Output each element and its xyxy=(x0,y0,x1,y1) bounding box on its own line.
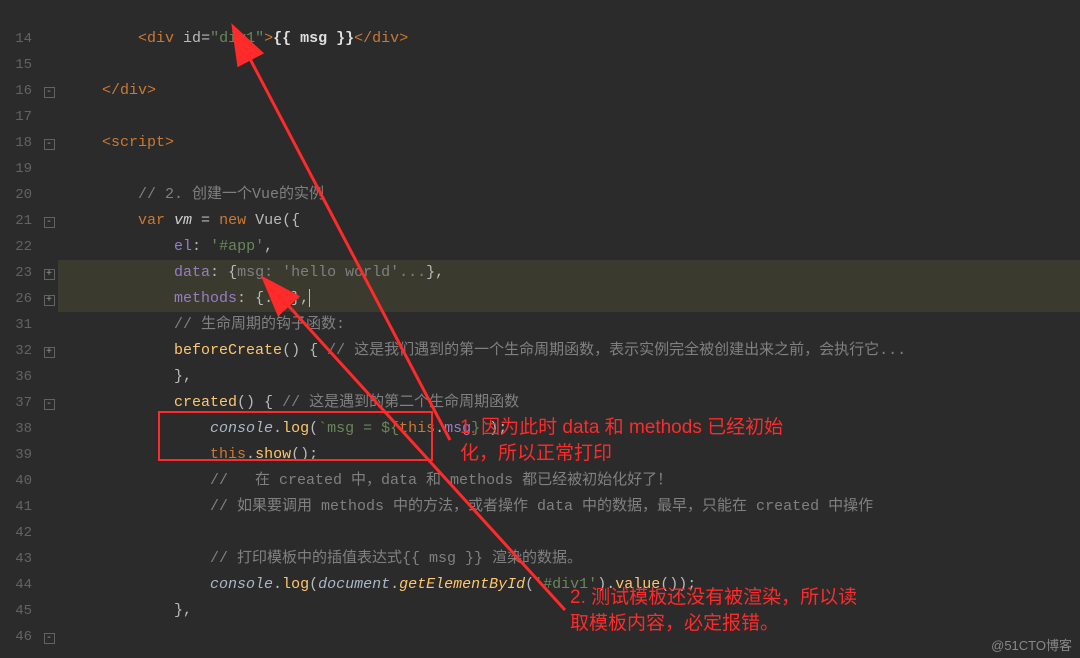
fold-toggle[interactable]: - xyxy=(44,399,55,410)
code-line[interactable]: // 生命周期的钩子函数: xyxy=(58,312,1080,338)
watermark: @51CTO博客 xyxy=(991,635,1072,654)
code-line[interactable]: }, xyxy=(58,364,1080,390)
line-number-gutter: 1415 161718 192021 222326 313236 373839 … xyxy=(0,0,40,658)
fold-toggle[interactable]: + xyxy=(44,295,55,306)
code-line[interactable]: el: '#app', xyxy=(58,234,1080,260)
code-line[interactable]: }, xyxy=(58,598,1080,624)
code-line[interactable]: <script> xyxy=(58,130,1080,156)
fold-toggle[interactable]: - xyxy=(44,139,55,150)
code-line[interactable]: beforeCreate() { // 这是我们遇到的第一个生命周期函数，表示实… xyxy=(58,338,1080,364)
code-line[interactable]: methods: {...}, xyxy=(58,286,1080,312)
code-line[interactable]: data: {msg: 'hello world'...}, xyxy=(58,260,1080,286)
code-line[interactable]: // 2. 创建一个Vue的实例 xyxy=(58,182,1080,208)
code-line[interactable] xyxy=(58,0,1080,26)
code-line[interactable]: this.show(); xyxy=(58,442,1080,468)
code-line[interactable]: // 如果要调用 methods 中的方法，或者操作 data 中的数据，最早，… xyxy=(58,494,1080,520)
code-line[interactable] xyxy=(58,104,1080,130)
text-cursor xyxy=(309,289,310,307)
code-line[interactable]: console.log(document.getElementById('#di… xyxy=(58,572,1080,598)
fold-toggle[interactable]: - xyxy=(44,87,55,98)
code-line[interactable]: // 打印模板中的插值表达式{{ msg }} 渲染的数据。 xyxy=(58,546,1080,572)
code-line[interactable] xyxy=(58,156,1080,182)
code-line[interactable]: </div> xyxy=(58,78,1080,104)
code-area[interactable]: <div id="div1">{{ msg }}</div> </div> <s… xyxy=(58,0,1080,658)
fold-gutter: - - - + + + - - xyxy=(40,0,58,658)
code-line[interactable] xyxy=(58,52,1080,78)
code-line[interactable] xyxy=(58,520,1080,546)
code-line[interactable]: console.log(`msg = ${this.msg}`); xyxy=(58,416,1080,442)
code-editor[interactable]: 1415 161718 192021 222326 313236 373839 … xyxy=(0,0,1080,658)
fold-toggle[interactable]: + xyxy=(44,347,55,358)
code-line[interactable]: var vm = new Vue({ xyxy=(58,208,1080,234)
fold-toggle[interactable]: - xyxy=(44,633,55,644)
fold-toggle[interactable]: - xyxy=(44,217,55,228)
code-line[interactable]: created() { // 这是遇到的第二个生命周期函数 xyxy=(58,390,1080,416)
code-line[interactable] xyxy=(58,624,1080,650)
code-line[interactable]: <div id="div1">{{ msg }}</div> xyxy=(58,26,1080,52)
code-line[interactable]: // 在 created 中，data 和 methods 都已经被初始化好了！ xyxy=(58,468,1080,494)
fold-toggle[interactable]: + xyxy=(44,269,55,280)
